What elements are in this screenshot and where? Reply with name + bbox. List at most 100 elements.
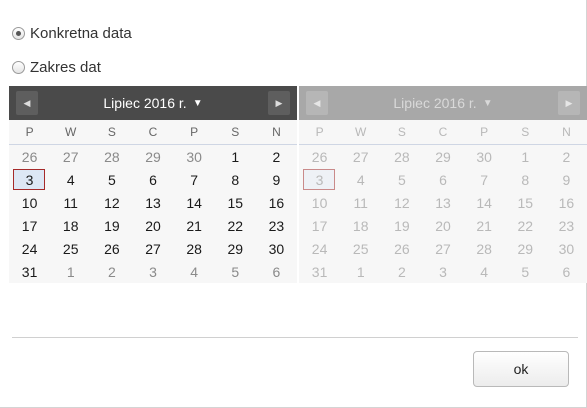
weekday-label: W [355,125,367,139]
day-number: 23 [558,217,575,234]
weekday-label: P [190,125,199,139]
day-cell-selected[interactable]: 3 [9,168,50,191]
weekday-label: P [25,125,34,139]
chevron-left-icon[interactable]: ◀ [306,91,328,115]
day-cell[interactable]: 29 [132,145,173,168]
chevron-right-icon[interactable]: ▶ [267,91,290,115]
day-cell[interactable]: 16 [256,191,297,214]
day-cell[interactable]: 17 [9,214,50,237]
day-number: 28 [104,148,120,165]
day-cell[interactable]: 10 [9,191,50,214]
day-cell[interactable]: 21 [174,214,215,237]
day-cell[interactable]: 1 [215,145,256,168]
day-number: 28 [186,240,202,257]
month-title: Lipiec 2016 r. [103,95,187,111]
day-number: 13 [145,194,161,211]
day-number: 4 [356,171,365,188]
day-cell[interactable]: 18 [50,214,91,237]
day-cell[interactable]: 8 [215,168,256,191]
day-number: 3 [25,171,34,188]
day-number: 17 [21,217,38,234]
day-cell[interactable]: 3 [132,260,173,283]
day-number: 4 [190,263,199,280]
radio-date-range[interactable]: Zakres dat [12,57,101,77]
day-cell: 5 [505,260,546,283]
calendar-right: ◀ Lipiec 2016 r. ▼ ▶ P W S C P S N 26 27 28 29 30 1 2 3 4 5 6… [299,86,587,283]
day-number: 6 [562,263,571,280]
day-cell: 5 [381,168,422,191]
day-cell[interactable]: 24 [9,237,50,260]
day-cell[interactable]: 11 [50,191,91,214]
day-cell: 30 [464,145,505,168]
weekday-label: S [397,125,406,139]
day-cell: 9 [546,168,587,191]
day-number: 8 [231,171,240,188]
day-cell[interactable]: 28 [91,145,132,168]
day-number: 13 [435,194,451,211]
day-cell[interactable]: 5 [91,168,132,191]
day-cell: 1 [340,260,381,283]
day-cell: 23 [546,214,587,237]
day-number: 3 [439,263,447,280]
day-number: 15 [227,194,244,211]
day-cell[interactable]: 7 [174,168,215,191]
day-cell[interactable]: 6 [132,168,173,191]
day-cell: 21 [464,214,505,237]
day-cell[interactable]: 31 [9,260,50,283]
day-cell: 25 [340,237,381,260]
day-cell[interactable]: 22 [215,214,256,237]
weekday-label: P [315,125,324,139]
chevron-right-icon[interactable]: ▶ [557,91,580,115]
radio-button[interactable] [12,60,25,74]
day-cell[interactable]: 5 [215,260,256,283]
day-cell[interactable]: 30 [174,145,215,168]
day-cell[interactable]: 13 [132,191,173,214]
day-number: 16 [268,194,285,211]
ok-button[interactable]: ok [473,351,569,387]
day-cell: 2 [381,260,422,283]
day-cell[interactable]: 2 [91,260,132,283]
calendar-left: ◀ Lipiec 2016 r. ▼ ▶ P W S C P S N 26 27 28 29 30 1 2 3 4 5 6… [9,86,297,283]
day-cell[interactable]: 19 [91,214,132,237]
day-number: 2 [562,148,571,165]
day-number: 31 [21,263,38,280]
day-cell[interactable]: 1 [50,260,91,283]
day-cell[interactable]: 20 [132,214,173,237]
day-cell[interactable]: 23 [256,214,297,237]
day-cell[interactable]: 27 [132,237,173,260]
caret-down-icon: ▼ [482,97,493,109]
day-cell[interactable]: 6 [256,260,297,283]
day-cell[interactable]: 2 [256,145,297,168]
days-grid: 26 27 28 29 30 1 2 3 4 5 6 7 8 9 10 11 12 13 14 15 16 17 18 19 2… [9,145,297,283]
chevron-left-icon[interactable]: ◀ [16,91,38,115]
month-select[interactable]: Lipiec 2016 r. ▼ [103,95,202,111]
day-cell[interactable]: 15 [215,191,256,214]
day-cell: 29 [422,145,463,168]
weekday-label: N [562,125,571,139]
day-cell[interactable]: 4 [50,168,91,191]
day-number: 14 [186,194,202,211]
day-cell[interactable]: 26 [91,237,132,260]
day-cell[interactable]: 4 [174,260,215,283]
day-number: 30 [476,148,492,165]
day-cell: 17 [299,214,340,237]
day-number: 24 [311,240,328,257]
day-cell[interactable]: 9 [256,168,297,191]
radio-specific-date[interactable]: Konkretna data [12,23,132,43]
day-cell[interactable]: 26 [9,145,50,168]
day-cell[interactable]: 14 [174,191,215,214]
radio-button-checked[interactable] [12,26,25,40]
day-cell: 22 [505,214,546,237]
weekday-label: S [231,125,240,139]
day-cell[interactable]: 25 [50,237,91,260]
day-cell[interactable]: 30 [256,237,297,260]
day-cell[interactable]: 28 [174,237,215,260]
day-cell: 30 [546,237,587,260]
day-cell: 4 [340,168,381,191]
day-number: 6 [149,171,157,188]
day-cell[interactable]: 12 [91,191,132,214]
day-cell[interactable]: 27 [50,145,91,168]
day-cell: 10 [299,191,340,214]
day-cell[interactable]: 29 [215,237,256,260]
month-select[interactable]: Lipiec 2016 r. ▼ [393,95,492,111]
